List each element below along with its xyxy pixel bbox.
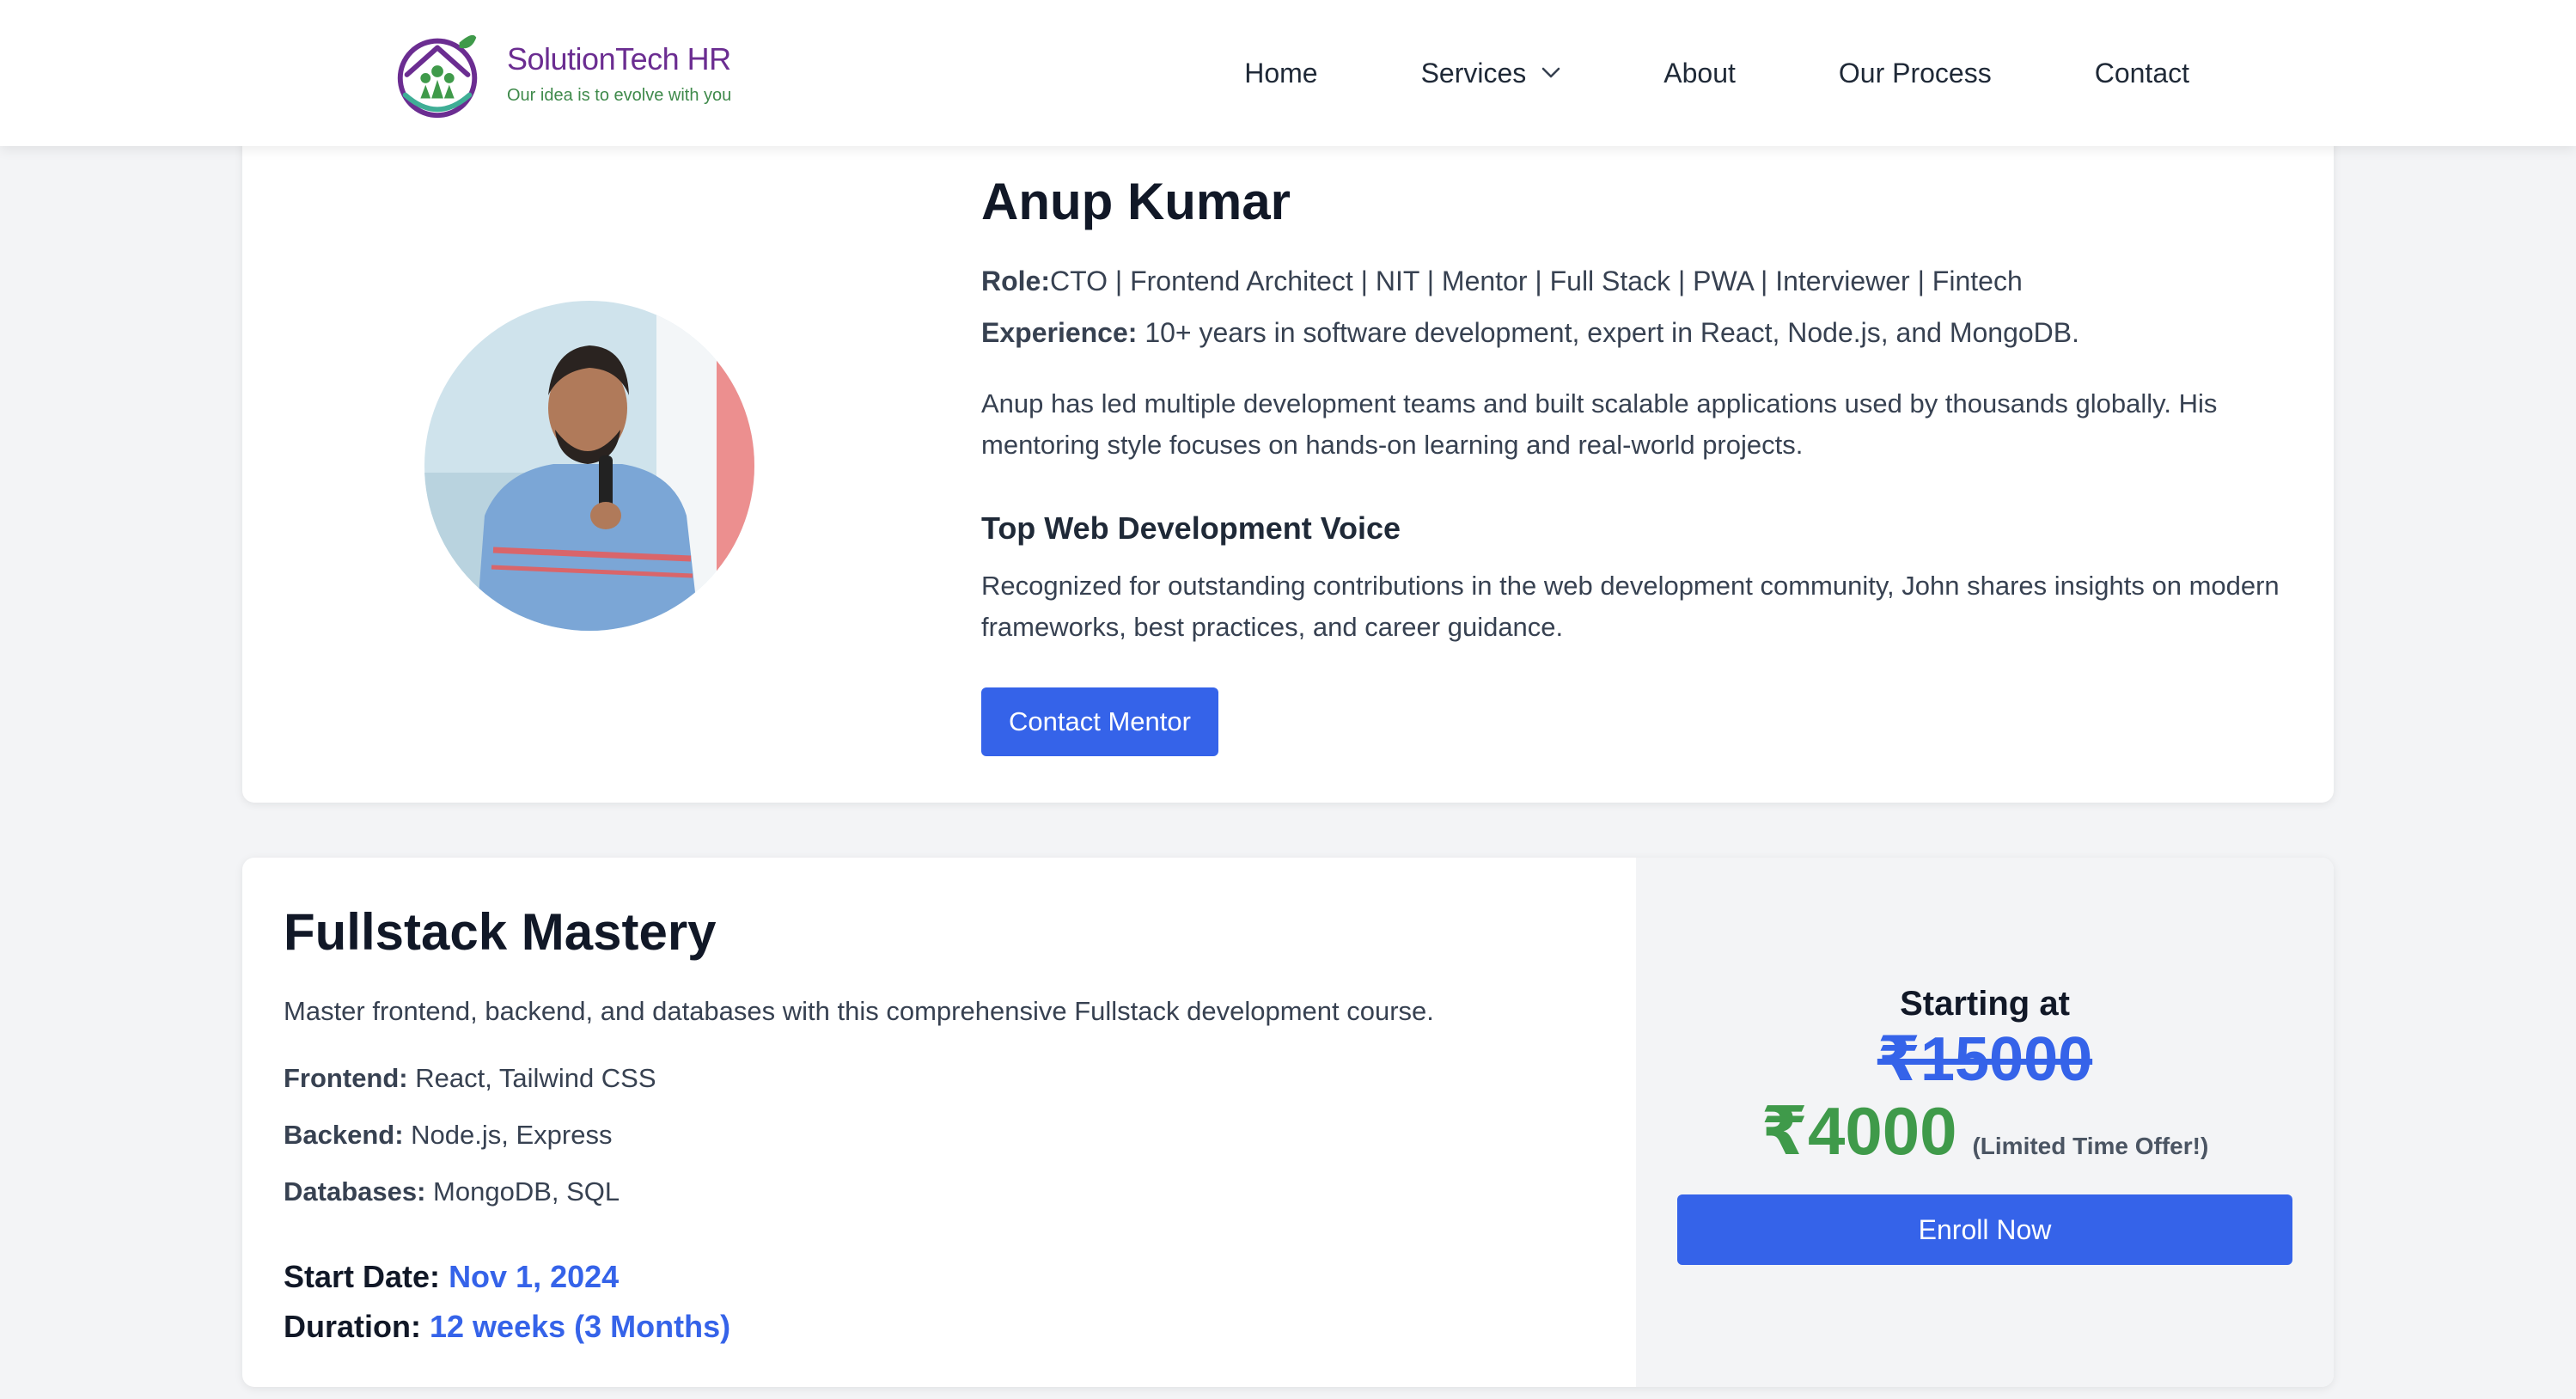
spec-frontend: Frontend: React, Tailwind CSS <box>284 1063 1624 1094</box>
nav-about[interactable]: About <box>1663 58 1736 89</box>
house-family-logo-icon <box>397 34 478 119</box>
award-title: Top Web Development Voice <box>981 510 1401 547</box>
course-card: Fullstack Mastery Master frontend, backe… <box>242 858 2334 1387</box>
offer-note: (Limited Time Offer!) <box>1972 1133 2209 1159</box>
mentor-info: Anup Kumar Role:CTO | Frontend Architect… <box>981 172 2287 757</box>
start-value: Nov 1, 2024 <box>449 1259 620 1294</box>
nav-our-process[interactable]: Our Process <box>1839 58 1992 89</box>
course-description: Master frontend, backend, and databases … <box>284 996 1434 1026</box>
chevron-down-icon <box>1541 67 1560 78</box>
nav-services-label: Services <box>1420 57 1527 89</box>
start-label: Start Date: <box>284 1259 441 1294</box>
spec-databases: Databases: MongoDB, SQL <box>284 1176 1624 1207</box>
mentor-role: Role:CTO | Frontend Architect | NIT | Me… <box>981 264 2287 300</box>
starting-at-label: Starting at <box>1900 985 2070 1023</box>
mentor-name: Anup Kumar <box>981 173 1291 230</box>
nav-home[interactable]: Home <box>1244 58 1317 89</box>
mentor-experience: Experience: 10+ years in software develo… <box>981 315 2287 351</box>
spec-backend: Backend: Node.js, Express <box>284 1120 1624 1151</box>
spec-label: Databases: <box>284 1176 426 1207</box>
course-title: Fullstack Mastery <box>284 903 717 961</box>
spec-label: Frontend: <box>284 1063 408 1093</box>
spec-value: Node.js, Express <box>411 1120 613 1150</box>
nav-home-label: Home <box>1244 57 1318 89</box>
mentor-card: Anup Kumar Role:CTO | Frontend Architect… <box>242 129 2334 803</box>
new-price: ₹4000 <box>1761 1093 1957 1169</box>
brand-tagline: Our idea is to evolve with you <box>507 85 732 105</box>
enroll-now-button[interactable]: Enroll Now <box>1677 1194 2292 1265</box>
price-panel: Starting at ₹15000 ₹4000 (Limited Time O… <box>1636 858 2334 1387</box>
experience-value: 10+ years in software development, exper… <box>1145 316 2080 348</box>
course-details: Fullstack Mastery Master frontend, backe… <box>284 902 1624 1345</box>
mentor-bio: Anup has led multiple development teams … <box>981 388 2218 461</box>
nav-services[interactable]: Services <box>1421 58 1561 89</box>
brand-name: SolutionTech HR <box>507 40 731 76</box>
role-value: CTO | Frontend Architect | NIT | Mentor … <box>1050 266 2023 296</box>
duration-label: Duration: <box>284 1309 421 1344</box>
nav-our-process-label: Our Process <box>1838 57 1992 89</box>
mentor-avatar <box>424 301 754 631</box>
brand-logo[interactable]: SolutionTech HR Our idea is to evolve wi… <box>388 17 766 129</box>
course-duration: Duration: 12 weeks (3 Months) <box>284 1309 1624 1345</box>
site-header: SolutionTech HR Our idea is to evolve wi… <box>0 0 2576 146</box>
course-start-date: Start Date: Nov 1, 2024 <box>284 1259 1624 1295</box>
experience-label: Experience: <box>981 316 1138 348</box>
mentor-photo-icon <box>424 301 754 631</box>
spec-value: React, Tailwind CSS <box>415 1063 656 1093</box>
nav-about-label: About <box>1663 57 1736 89</box>
main-nav: Home Services About Our Process Contact <box>1244 0 2189 146</box>
award-text: Recognized for outstanding contributions… <box>981 571 2280 643</box>
role-label: Role: <box>981 266 1050 296</box>
spec-value: MongoDB, SQL <box>433 1176 620 1207</box>
nav-contact[interactable]: Contact <box>2095 58 2189 89</box>
duration-value: 12 weeks (3 Months) <box>430 1309 731 1344</box>
contact-mentor-button[interactable]: Contact Mentor <box>981 687 1218 757</box>
spec-label: Backend: <box>284 1120 404 1150</box>
nav-contact-label: Contact <box>2094 57 2189 89</box>
old-price: ₹15000 <box>1877 1025 2093 1094</box>
